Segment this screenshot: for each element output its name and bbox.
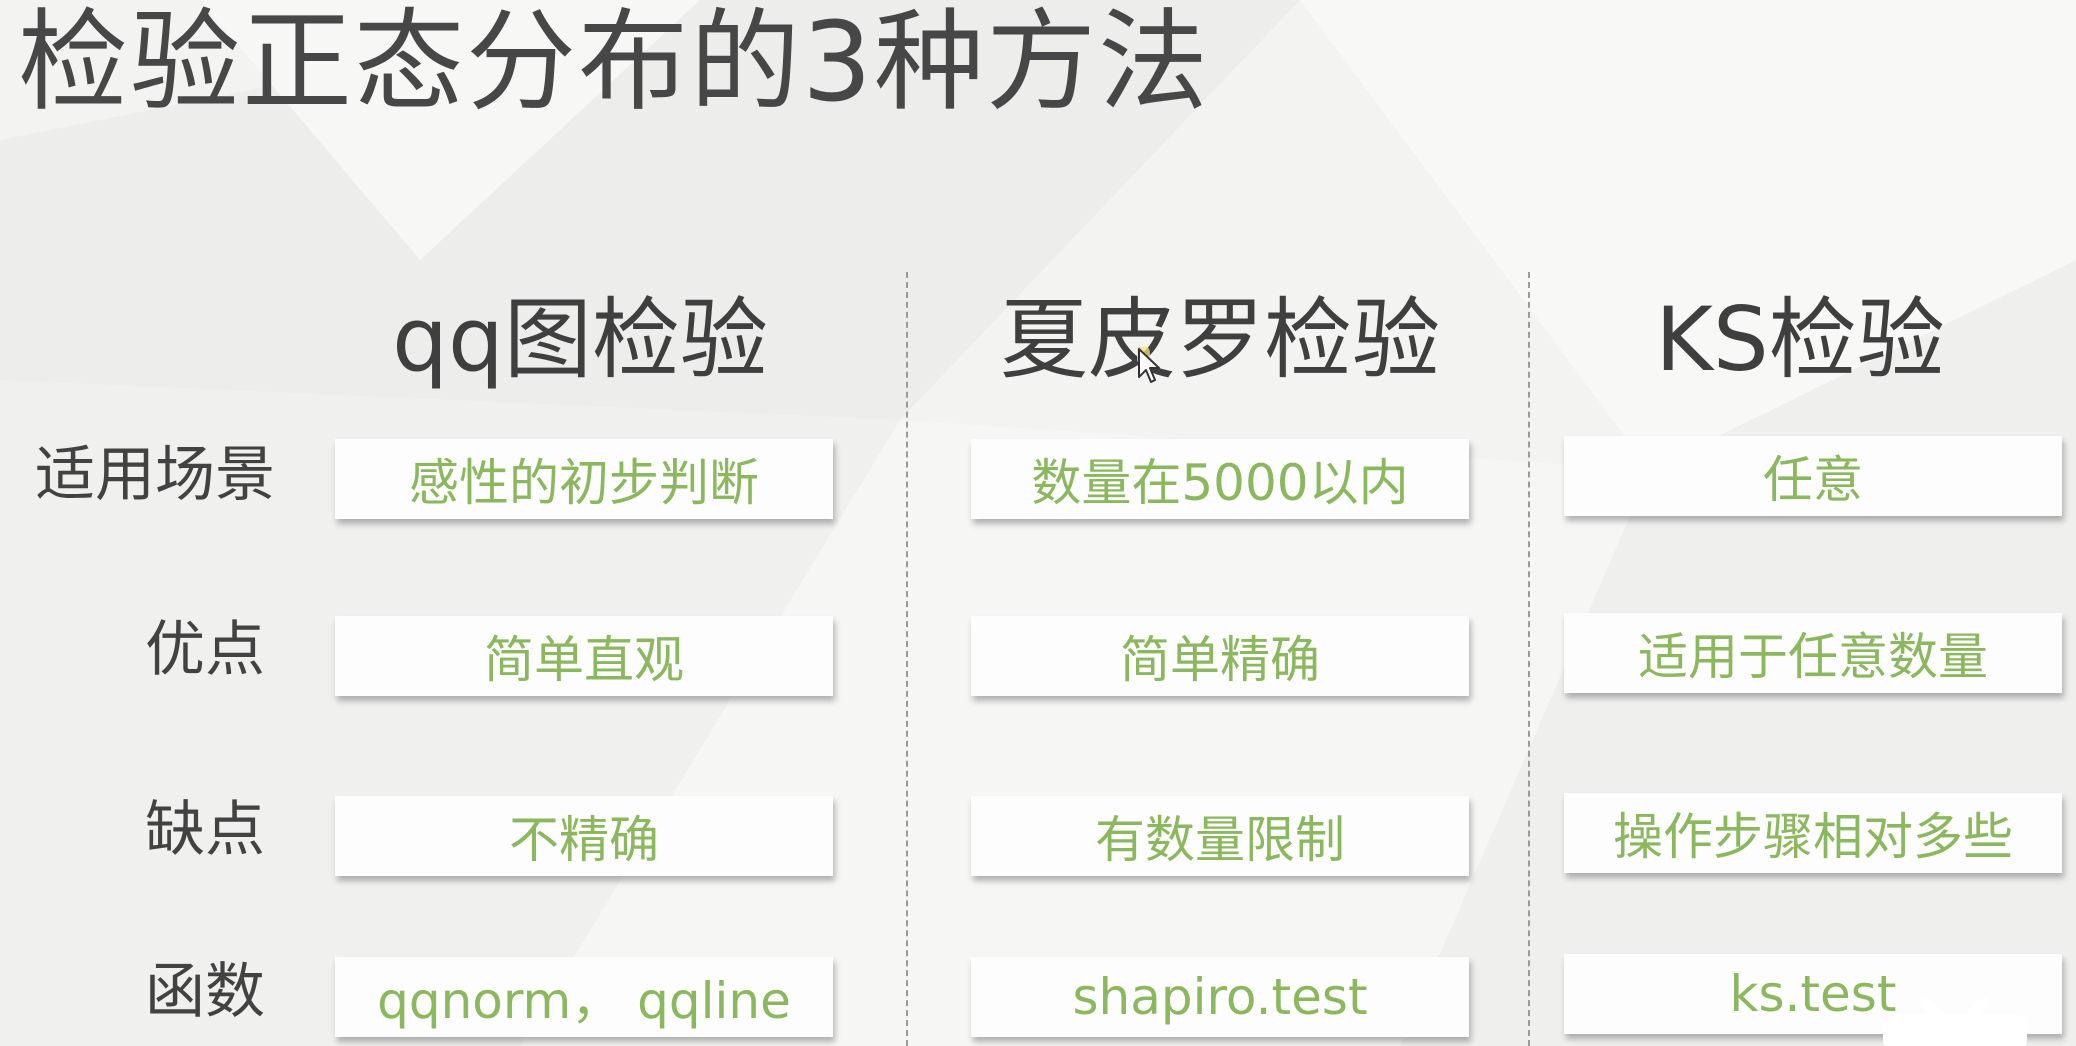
table-cell: 数量在5000以内 <box>971 439 1469 519</box>
table-cell: qqnorm， qqline <box>335 957 833 1037</box>
column-divider <box>1528 272 1530 1046</box>
table-cell: 感性的初步判断 <box>335 439 833 519</box>
column-heading-ks: KS检验 <box>1655 288 1945 391</box>
mouse-cursor-icon <box>1137 347 1160 383</box>
row-label-function: 函数 <box>145 957 265 1027</box>
column-heading-shapiro: 夏皮罗检验 <box>999 288 1440 391</box>
table-cell: 简单精确 <box>971 616 1469 696</box>
background-geometric-pattern <box>0 0 2076 1046</box>
table-cell: 适用于任意数量 <box>1564 613 2062 693</box>
column-heading-qq: qq图检验 <box>392 288 768 391</box>
row-label-disadvantage: 缺点 <box>145 795 265 865</box>
table-cell: shapiro.test <box>971 957 1469 1037</box>
row-label-scenario: 适用场景 <box>35 440 275 510</box>
partial-logo-icon <box>1883 997 2027 1046</box>
table-cell: 不精确 <box>335 796 833 876</box>
table-cell: 有数量限制 <box>971 796 1469 876</box>
page-title: 检验正态分布的3种方法 <box>18 0 1210 126</box>
table-cell: 任意 <box>1564 436 2062 516</box>
column-divider <box>906 272 908 1046</box>
table-cell: 简单直观 <box>335 616 833 696</box>
table-cell: 操作步骤相对多些 <box>1564 793 2062 873</box>
row-label-advantage: 优点 <box>145 615 265 685</box>
